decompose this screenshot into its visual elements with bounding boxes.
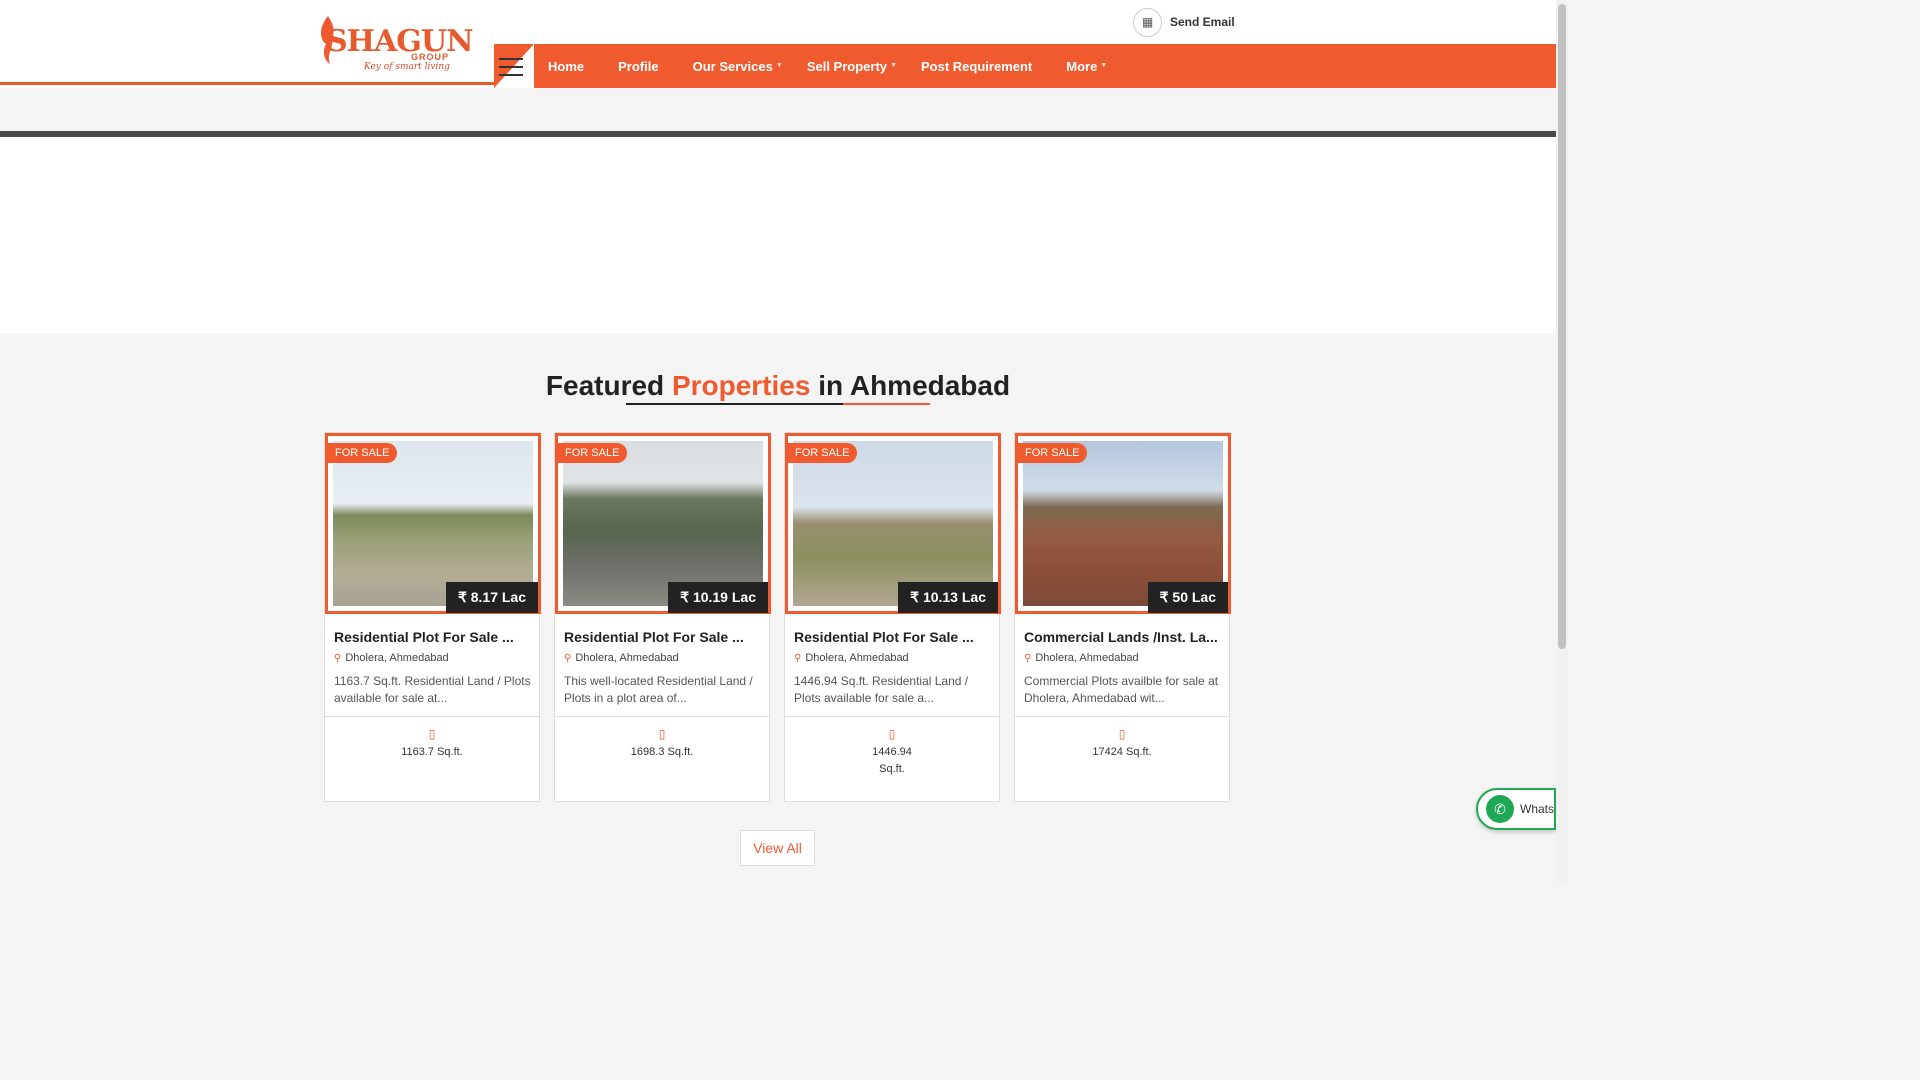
card-divider <box>785 716 999 717</box>
price-tag: ₹ 8.17 Lac <box>445 582 538 613</box>
header-accent-line <box>0 82 500 85</box>
map-pin-icon: ⚲ <box>1024 653 1032 664</box>
property-card[interactable]: FOR SALE ₹ 8.17 Lac Residential Plot For… <box>324 432 541 802</box>
property-card[interactable]: FOR SALE ₹ 10.13 Lac Residential Plot Fo… <box>784 432 1001 802</box>
area-icon: ▯ <box>658 727 666 741</box>
property-area: 17424 Sq.ft. <box>1092 746 1152 758</box>
nav-more[interactable]: More ▼ <box>1066 59 1107 74</box>
property-card[interactable]: FOR SALE ₹ 50 Lac Commercial Lands /Inst… <box>1014 432 1231 802</box>
title-underline <box>626 403 930 405</box>
rupee-icon: ₹ <box>680 589 693 605</box>
map-pin-icon: ⚲ <box>794 653 802 664</box>
property-title[interactable]: Residential Plot For Sale ... <box>334 629 514 645</box>
logo-tagline: Key of smart living <box>364 62 450 72</box>
logo-brand: SHAGUN <box>326 24 473 59</box>
page-scrollbar[interactable] <box>1556 0 1568 882</box>
chevron-down-icon: ▼ <box>775 61 783 69</box>
section-title: Featured Properties in Ahmedabad <box>545 370 1011 401</box>
card-divider <box>1015 716 1229 717</box>
view-all-button[interactable]: View All <box>740 830 815 866</box>
for-sale-badge: FOR SALE <box>787 443 858 463</box>
whatsapp-button[interactable]: ✆ WhatsApp <box>1476 788 1556 830</box>
property-title[interactable]: Commercial Lands /Inst. La... <box>1024 629 1218 645</box>
area-icon: ▯ <box>428 727 436 741</box>
price-tag: ₹ 10.13 Lac <box>898 582 998 613</box>
chevron-down-icon: ▼ <box>890 61 898 69</box>
property-description: 1446.94 Sq.ft. Residential Land / Plots … <box>794 674 969 705</box>
property-area: 1163.7 Sq.ft. <box>401 746 463 758</box>
for-sale-badge: FOR SALE <box>1017 443 1088 463</box>
nav-menu: Home Profile Our Services ▼ Sell Property… <box>548 44 1131 88</box>
rupee-icon: ₹ <box>1159 589 1173 605</box>
for-sale-badge: FOR SALE <box>557 443 628 463</box>
property-description: This well-located Residential Land / Plo… <box>564 674 753 705</box>
property-title[interactable]: Residential Plot For Sale ... <box>564 629 744 645</box>
property-list: FOR SALE ₹ 8.17 Lac Residential Plot For… <box>324 432 1231 802</box>
property-area: 1446.94 Sq.ft. <box>872 746 912 775</box>
chevron-down-icon: ▼ <box>1100 61 1108 69</box>
whatsapp-icon: ✆ <box>1486 795 1514 823</box>
property-card[interactable]: FOR SALE ₹ 10.19 Lac Residential Plot Fo… <box>554 432 771 802</box>
card-divider <box>555 716 769 717</box>
scrollbar-thumb[interactable] <box>1558 4 1566 649</box>
site-logo[interactable]: SHAGUN GROUP Key of smart living <box>316 8 473 76</box>
area-icon: ▯ <box>1118 727 1126 741</box>
property-area: 1698.3 Sq.ft. <box>630 746 694 758</box>
price-tag: ₹ 50 Lac <box>1147 582 1228 613</box>
card-divider <box>325 716 539 717</box>
price-tag: ₹ 10.19 Lac <box>668 582 768 613</box>
nav-profile[interactable]: Profile <box>618 59 658 74</box>
property-location: ⚲ Dholera, Ahmedabad <box>334 652 449 664</box>
property-description: 1163.7 Sq.ft. Residential Land / Plots a… <box>334 674 531 705</box>
hamburger-icon[interactable] <box>499 58 523 78</box>
nav-post-requirement[interactable]: Post Requirement <box>921 59 1032 74</box>
map-pin-icon: ⚲ <box>334 653 342 664</box>
property-description: Commercial Plots availble for sale at Dh… <box>1024 674 1219 705</box>
send-email-link[interactable]: ▦ Send Email <box>1133 7 1235 37</box>
property-location: ⚲ Dholera, Ahmedabad <box>794 652 909 664</box>
area-icon: ▯ <box>888 727 896 741</box>
property-location: ⚲ Dholera, Ahmedabad <box>564 652 679 664</box>
nav-sell-property[interactable]: Sell Property ▼ <box>807 59 897 74</box>
map-pin-icon: ⚲ <box>564 653 572 664</box>
send-email-label: Send Email <box>1170 15 1235 29</box>
logo-group: GROUP <box>411 52 450 62</box>
for-sale-badge: FOR SALE <box>327 443 398 463</box>
envelope-icon: ▦ <box>1133 7 1162 37</box>
property-location: ⚲ Dholera, Ahmedabad <box>1024 652 1139 664</box>
property-title[interactable]: Residential Plot For Sale ... <box>794 629 974 645</box>
nav-home[interactable]: Home <box>548 59 584 74</box>
nav-our-services[interactable]: Our Services ▼ <box>693 59 783 74</box>
rupee-icon: ₹ <box>457 589 471 605</box>
whatsapp-label: WhatsApp <box>1520 802 1555 816</box>
rupee-icon: ₹ <box>910 589 923 605</box>
hero-banner <box>0 137 1556 333</box>
